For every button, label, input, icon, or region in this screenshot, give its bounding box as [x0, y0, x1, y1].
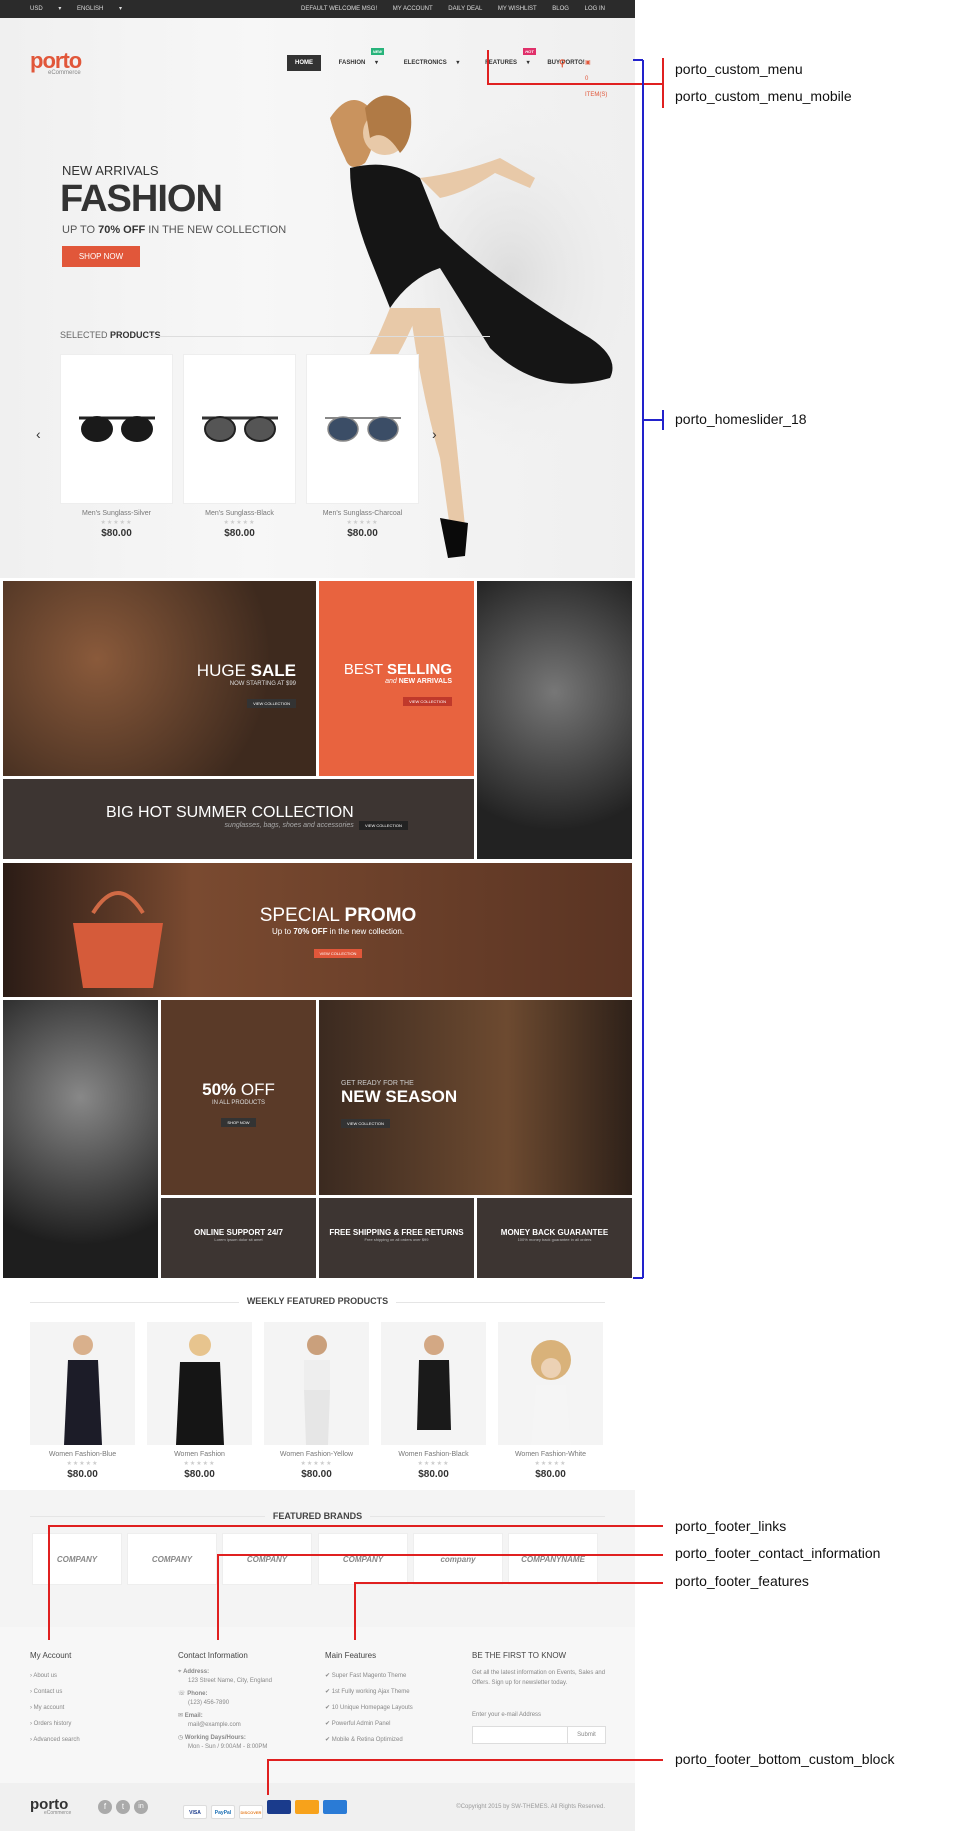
annotation-label: porto_homeslider_18: [675, 411, 807, 427]
annotation-label: porto_custom_menu: [675, 61, 803, 77]
annotation-label: porto_custom_menu_mobile: [675, 88, 852, 104]
annotation-label: porto_footer_features: [675, 1573, 809, 1589]
annotation-label: porto_footer_bottom_custom_block: [675, 1751, 895, 1767]
annotation-label: porto_footer_links: [675, 1518, 787, 1534]
annotation-label: porto_footer_contact_information: [675, 1545, 881, 1561]
